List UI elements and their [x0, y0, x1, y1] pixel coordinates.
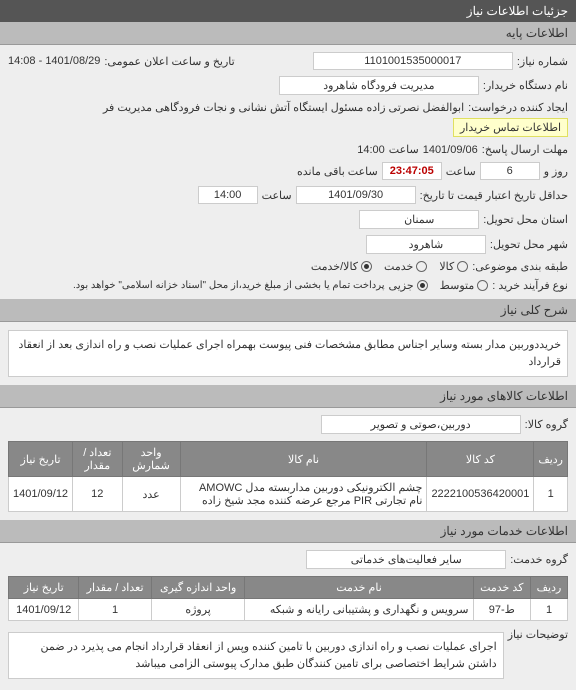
- creator-value: ابوالفضل نصرتی زاده مسئول ایستگاه آتش نش…: [103, 101, 464, 114]
- main-header: جزئیات اطلاعات نیاز: [0, 0, 576, 22]
- purchase-type-label: نوع فرآیند خرید :: [492, 279, 568, 292]
- svc-col-unit: واحد اندازه گیری: [151, 577, 245, 599]
- notes-text: اجرای عملیات نصب و راه اندازی دوربین با …: [8, 632, 504, 679]
- remaining-label: ساعت باقی مانده: [297, 165, 378, 178]
- services-group-label: گروه خدمت:: [510, 553, 568, 566]
- goods-table: ردیف کد کالا نام کالا واحد شمارش تعداد /…: [8, 441, 568, 512]
- radio-service-label: خدمت: [384, 260, 413, 273]
- city-value: شاهرود: [366, 235, 486, 254]
- goods-row-date: 1401/09/12: [9, 477, 73, 512]
- radio-goods-label: کالا: [439, 260, 454, 273]
- day-count-value: 6: [480, 162, 540, 180]
- goods-col-unit: واحد شمارش: [122, 442, 180, 477]
- general-desc-header: شرح کلی نیاز: [0, 299, 576, 322]
- validity-hour-value: 14:00: [198, 186, 258, 204]
- svc-row-name: سرویس و نگهداری و پشتیبانی رایانه و شبکه: [245, 599, 473, 621]
- goods-col-qty: تعداد / مقدار: [73, 442, 122, 477]
- svc-col-qty: تعداد / مقدار: [79, 577, 151, 599]
- hour-label-2: ساعت: [446, 165, 476, 178]
- goods-col-date: تاریخ نیاز: [9, 442, 73, 477]
- radio-both[interactable]: [361, 261, 372, 272]
- hour-label-3: ساعت: [262, 189, 292, 202]
- remaining-value: 23:47:05: [382, 162, 442, 180]
- table-row: 1 2222100536420001 چشم الکترونیکی دوربین…: [9, 477, 568, 512]
- radio-mid-label: متوسط: [440, 279, 475, 292]
- purchase-type-group: متوسط جزیی: [389, 279, 489, 292]
- services-group-value: سایر فعالیت‌های خدماتی: [306, 550, 506, 569]
- goods-group-label: گروه کالا:: [525, 418, 568, 431]
- general-desc-text: خریددوربین مدار بسته وسایر اجناس مطابق م…: [8, 330, 568, 377]
- province-value: سمنان: [359, 210, 479, 229]
- day-hour-label: روز و: [544, 165, 568, 178]
- province-label: استان محل تحویل:: [483, 213, 568, 226]
- deadline-date-value: 1401/09/06: [423, 144, 478, 156]
- svc-row-date: 1401/09/12: [9, 599, 79, 621]
- services-info-header: اطلاعات خدمات مورد نیاز: [0, 520, 576, 543]
- buyer-name-value: مدیریت فرودگاه شاهرود: [279, 76, 479, 95]
- payment-note: پرداخت تمام یا بخشی از مبلغ خرید،از محل …: [73, 280, 385, 291]
- goods-col-name: نام کالا: [180, 442, 427, 477]
- svc-col-row: ردیف: [531, 577, 568, 599]
- svc-row-unit: پروژه: [151, 599, 245, 621]
- validity-date-value: 1401/09/30: [296, 186, 416, 204]
- svc-col-date: تاریخ نیاز: [9, 577, 79, 599]
- goods-info-header: اطلاعات کالاهای مورد نیاز: [0, 385, 576, 408]
- hour-label-1: ساعت: [389, 143, 419, 156]
- svc-col-code: کد خدمت: [473, 577, 530, 599]
- announce-date-value: 1401/08/29 - 14:08: [8, 55, 100, 67]
- need-number-label: شماره نیاز:: [517, 55, 568, 68]
- goods-col-code: کد کالا: [427, 442, 534, 477]
- goods-row-num: 1: [534, 477, 568, 512]
- goods-col-row: ردیف: [534, 442, 568, 477]
- announce-date-label: تاریخ و ساعت اعلان عمومی:: [104, 55, 234, 68]
- table-row: 1 ط-97 سرویس و نگهداری و پشتیبانی رایانه…: [9, 599, 568, 621]
- radio-minor[interactable]: [417, 280, 428, 291]
- svc-row-qty: 1: [79, 599, 151, 621]
- deadline-label: مهلت ارسال پاسخ:: [482, 143, 568, 156]
- budget-type-group: کالا خدمت کالا/خدمت: [311, 260, 468, 273]
- radio-both-label: کالا/خدمت: [311, 260, 358, 273]
- svc-row-code: ط-97: [473, 599, 530, 621]
- radio-minor-label: جزیی: [389, 279, 414, 292]
- basic-info-header: اطلاعات پایه: [0, 22, 576, 45]
- goods-row-unit: عدد: [122, 477, 180, 512]
- services-table: ردیف کد خدمت نام خدمت واحد اندازه گیری ت…: [8, 576, 568, 621]
- city-label: شهر محل تحویل:: [490, 238, 568, 251]
- goods-row-name: چشم الکترونیکی دوربین مداربسته مدل AMOWC…: [180, 477, 427, 512]
- need-number-value: 1101001535000017: [313, 52, 513, 70]
- notes-label: توضیحات نیاز: [508, 628, 568, 641]
- radio-mid[interactable]: [477, 280, 488, 291]
- deadline-hour-value: 14:00: [357, 144, 385, 156]
- budget-type-label: طبقه بندی موضوعی:: [472, 260, 568, 273]
- creator-label: ایجاد کننده درخواست:: [468, 101, 568, 114]
- goods-row-code: 2222100536420001: [427, 477, 534, 512]
- basic-info-section: شماره نیاز: 1101001535000017 تاریخ و ساع…: [0, 45, 576, 299]
- radio-service[interactable]: [416, 261, 427, 272]
- radio-goods[interactable]: [457, 261, 468, 272]
- svc-col-name: نام خدمت: [245, 577, 473, 599]
- buyer-contact-info[interactable]: اطلاعات تماس خریدار: [453, 118, 568, 137]
- goods-row-qty: 12: [73, 477, 122, 512]
- svc-row-num: 1: [531, 599, 568, 621]
- buyer-name-label: نام دستگاه خریدار:: [483, 79, 568, 92]
- goods-group-value: دوربین،صوتی و تصویر: [321, 415, 521, 434]
- validity-label: حداقل تاریخ اعتبار قیمت تا تاریخ:: [420, 189, 568, 202]
